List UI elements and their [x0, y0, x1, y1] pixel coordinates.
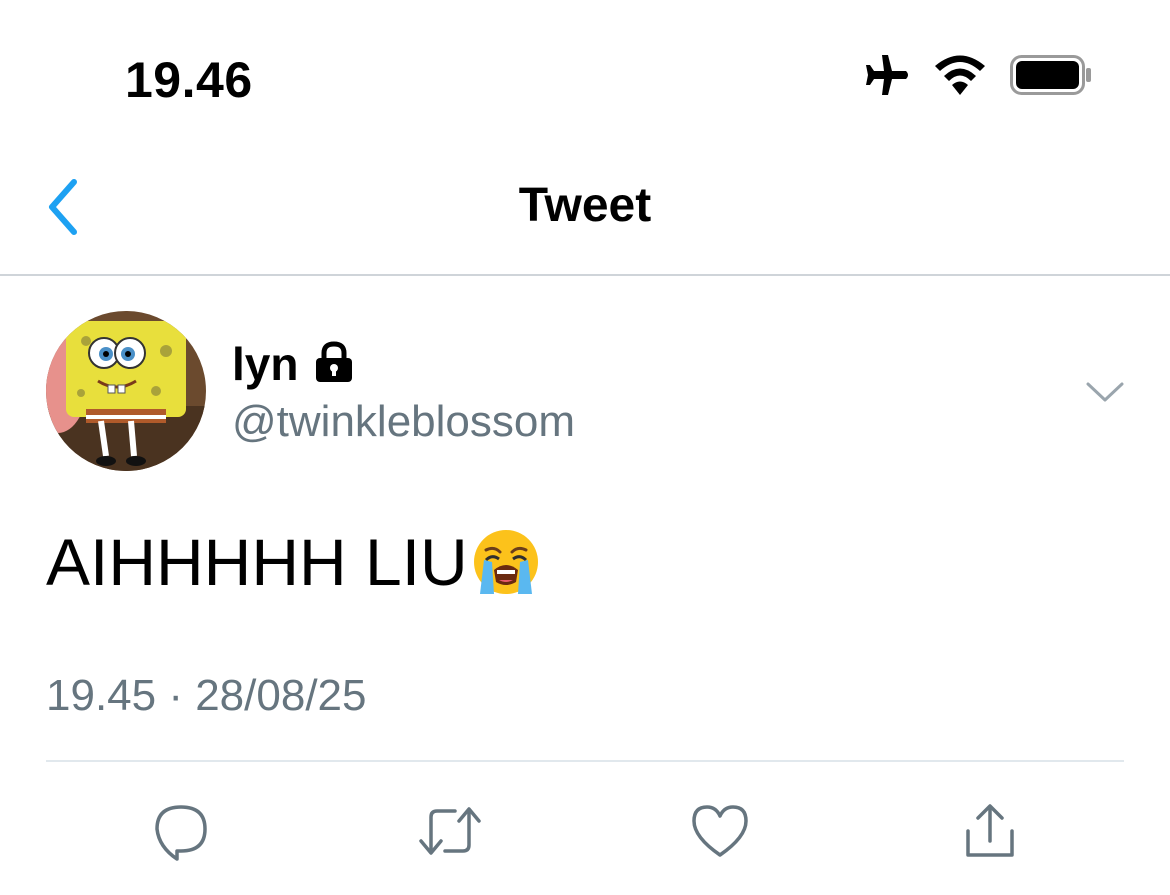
status-time: 19.46 — [125, 52, 253, 108]
retweet-button[interactable] — [415, 796, 485, 866]
status-icons — [862, 53, 1092, 102]
chevron-down-icon — [1086, 382, 1124, 402]
loudly-crying-face-icon — [472, 528, 540, 596]
display-name-row[interactable]: lyn — [232, 336, 356, 392]
display-name[interactable]: lyn — [232, 336, 298, 392]
wifi-icon — [934, 55, 986, 100]
reply-icon — [155, 805, 207, 861]
nav-divider — [0, 274, 1170, 276]
tweet-text: AIHHHHH LIU — [46, 524, 540, 600]
reply-button[interactable] — [146, 796, 216, 866]
heart-icon — [692, 805, 748, 857]
retweet-icon — [419, 807, 481, 855]
avatar[interactable] — [46, 311, 206, 471]
share-button[interactable] — [955, 796, 1025, 866]
tweet-text-content: AIHHHHH LIU — [46, 525, 468, 599]
user-handle[interactable]: @twinkleblossom — [232, 394, 575, 450]
like-button[interactable] — [685, 796, 755, 866]
tweet-menu-button[interactable] — [1084, 376, 1126, 406]
action-divider — [46, 760, 1124, 762]
avatar-image — [46, 311, 206, 471]
lock-icon — [312, 340, 356, 389]
share-icon — [966, 804, 1014, 857]
battery-icon — [1010, 55, 1092, 100]
tweet-timestamp: 19.45 · 28/08/25 — [46, 671, 367, 720]
airplane-icon — [862, 53, 910, 102]
page-title: Tweet — [518, 179, 652, 232]
